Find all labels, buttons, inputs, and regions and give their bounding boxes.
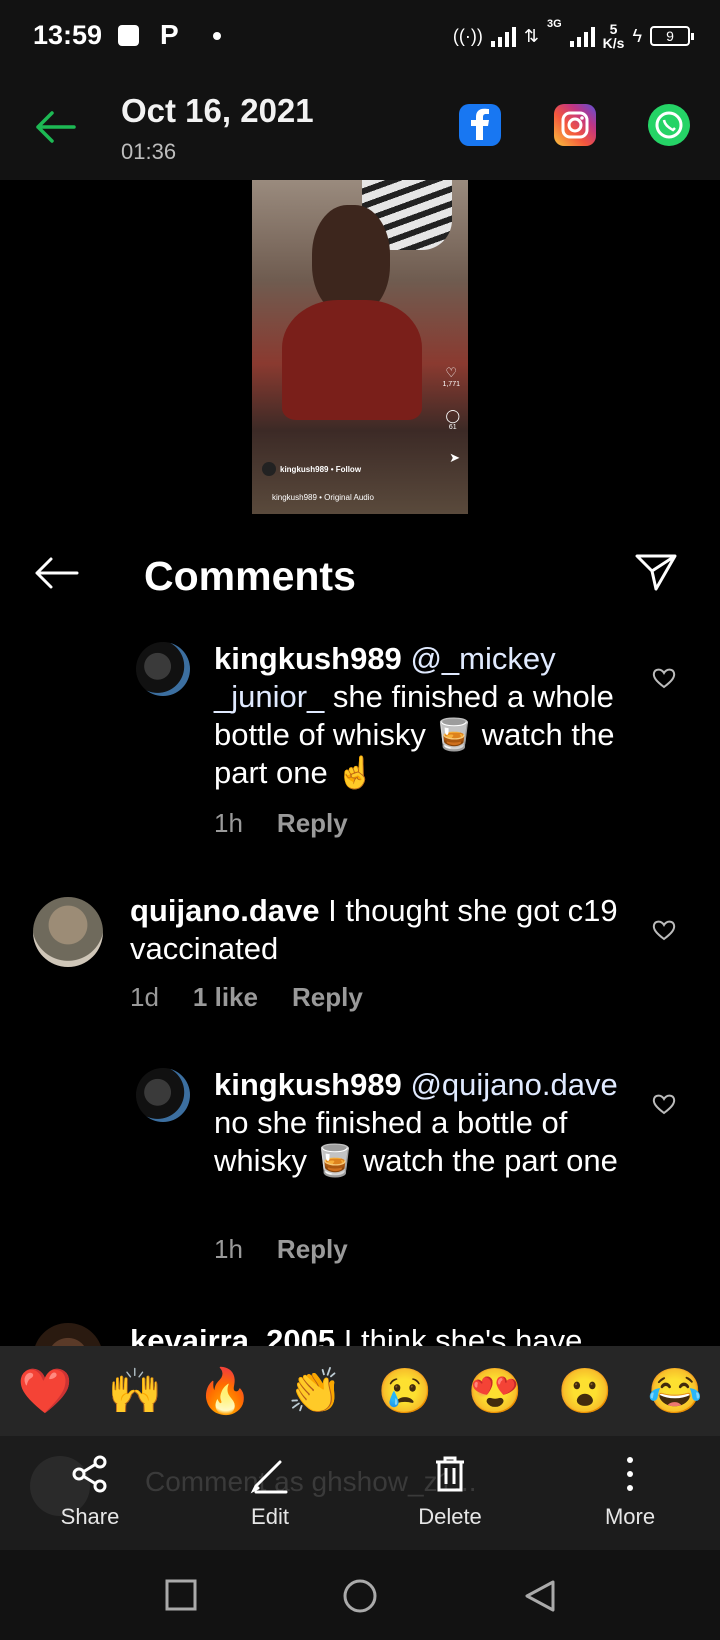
reply-button[interactable]: Reply: [292, 982, 363, 1013]
share-icon: [72, 1455, 107, 1493]
comment-text: kevairra_2005 I think she's have: [130, 1322, 630, 1346]
net-speed: 5 K/s: [603, 22, 625, 50]
emoji-surprised[interactable]: 😮: [555, 1365, 615, 1417]
thumbnail-comments: ◯ 61: [445, 408, 460, 431]
signal-icon: [490, 25, 516, 47]
comment-item: kingkush989 @quijano.dave no she finishe…: [0, 1066, 720, 1266]
thumbnail-audio: kingkush989 • Original Audio: [272, 493, 374, 502]
comment-meta: 1h Reply: [214, 1234, 348, 1265]
edit-button[interactable]: Edit: [210, 1454, 330, 1530]
comment-text: kingkush989 @quijano.dave no she finishe…: [214, 1066, 634, 1180]
like-heart-icon[interactable]: [652, 667, 676, 689]
facebook-icon[interactable]: [459, 104, 501, 146]
more-vertical-icon: [627, 1457, 633, 1491]
photo-time: 01:36: [121, 139, 177, 164]
emoji-cry[interactable]: 😢: [375, 1365, 435, 1417]
thumbnail-comments-count: 61: [448, 424, 457, 431]
delete-button[interactable]: Delete: [390, 1454, 510, 1530]
comment-meta: 1d 1 like Reply: [130, 982, 363, 1013]
edit-label: Edit: [251, 1504, 289, 1529]
comment-age: 1h: [214, 1234, 243, 1264]
emoji-raised-hands[interactable]: 🙌: [105, 1365, 165, 1417]
emoji-heart-eyes[interactable]: 😍: [465, 1365, 525, 1417]
comment-meta: 1h Reply: [214, 808, 348, 839]
more-label: More: [604, 1504, 656, 1529]
comment-age: 1d: [130, 982, 159, 1012]
comment-username[interactable]: kingkush989: [214, 1067, 402, 1102]
avatar[interactable]: [33, 1323, 103, 1346]
network-type: 3G: [546, 18, 562, 30]
notification-p-icon: P: [160, 19, 179, 50]
thumbnail-send-icon: ➤: [449, 450, 460, 465]
comment-item: kevairra_2005 I think she's have: [0, 1318, 720, 1346]
thumbnail-user-text: kingkush989 • Follow: [280, 464, 362, 474]
comment-mention[interactable]: @quijano.dave: [410, 1067, 617, 1102]
avatar[interactable]: [136, 1068, 190, 1122]
home-circle-icon[interactable]: [342, 1578, 378, 1614]
comment-username[interactable]: quijano.dave: [130, 893, 319, 928]
share-label: Share: [60, 1504, 120, 1529]
status-bar: 13:59 P ((·)) ⇅ 3G 5 K/s ϟ 9: [0, 0, 720, 72]
avatar[interactable]: [136, 642, 190, 696]
comments-back-icon[interactable]: [33, 553, 79, 593]
emoji-clap[interactable]: 👏: [285, 1365, 345, 1417]
share-button[interactable]: Share: [30, 1454, 150, 1530]
emoji-laugh[interactable]: 😂: [645, 1365, 705, 1417]
thumbnail-likes: ♡ 1,771: [442, 365, 460, 388]
reply-button[interactable]: Reply: [277, 808, 348, 839]
photo-date: Oct 16, 2021: [121, 92, 314, 129]
notification-dot-icon: [213, 32, 221, 40]
thumbnail-user: kingkush989 • Follow: [262, 462, 361, 476]
data-arrows-icon: ⇅: [523, 25, 539, 46]
emoji-reaction-bar: ❤️ 🙌 🔥 👏 😢 😍 😮 😂: [0, 1346, 720, 1436]
video-thumbnail[interactable]: ♡ 1,771 ◯ 61 ➤ kingkush989 • Follow kingku…: [252, 180, 468, 514]
delete-label: Delete: [418, 1504, 482, 1529]
thumbnail-likes-count: 1,771: [442, 381, 460, 388]
status-right: ((·)) ⇅ 3G 5 K/s ϟ 9: [452, 18, 694, 54]
back-triangle-icon[interactable]: [523, 1578, 557, 1614]
trash-icon: [436, 1456, 464, 1492]
avatar[interactable]: [33, 897, 103, 967]
thumbnail-head: [312, 205, 390, 315]
direct-send-icon[interactable]: [634, 552, 678, 592]
comments-title: Comments: [144, 553, 356, 599]
comment-text: kingkush989 @_mickey _junior_ she finish…: [214, 640, 634, 792]
likes-count[interactable]: 1 like: [193, 982, 258, 1013]
charging-icon: ϟ: [632, 25, 642, 46]
emoji-fire[interactable]: 🔥: [195, 1365, 255, 1417]
recents-square-icon[interactable]: [164, 1578, 198, 1612]
signal-icon-2: [569, 25, 595, 47]
hotspot-icon: ((·)): [452, 25, 483, 46]
gallery-action-bar: Comment as ghshow_z1... Share Edit Delet…: [0, 1436, 720, 1550]
comment-body: no she finished a bottle of whisky 🥃 wat…: [214, 1105, 618, 1178]
net-speed-unit: K/s: [602, 35, 625, 51]
comment-username[interactable]: kevairra_2005: [130, 1323, 335, 1346]
emoji-heart[interactable]: ❤️: [15, 1365, 75, 1417]
like-heart-icon[interactable]: [652, 919, 676, 941]
like-heart-icon[interactable]: [652, 1093, 676, 1115]
gallery-header: 13:59 P ((·)) ⇅ 3G 5 K/s ϟ 9 Oct 16, 2021…: [0, 0, 720, 180]
whatsapp-icon[interactable]: [648, 104, 690, 146]
comment-text: quijano.dave I thought she got c19 vacci…: [130, 892, 630, 968]
comment-item: kingkush989 @_mickey _junior_ she finish…: [0, 640, 720, 840]
instagram-icon[interactable]: [554, 104, 596, 146]
back-arrow-icon[interactable]: [32, 104, 78, 150]
system-nav-bar: [0, 1550, 720, 1640]
reply-button[interactable]: Reply: [277, 1234, 348, 1265]
comment-username[interactable]: kingkush989: [214, 641, 402, 676]
more-button[interactable]: More: [570, 1454, 690, 1530]
battery-icon: 9: [650, 26, 694, 46]
thumbnail-body: [282, 300, 422, 420]
comment-age: 1h: [214, 808, 243, 838]
comment-body: I think she's have: [335, 1323, 583, 1346]
edit-pencil-icon: [250, 1460, 288, 1494]
notification-square-icon: [118, 25, 139, 46]
status-time: 13:59: [33, 20, 103, 50]
comment-item: quijano.dave I thought she got c19 vacci…: [0, 892, 720, 1022]
